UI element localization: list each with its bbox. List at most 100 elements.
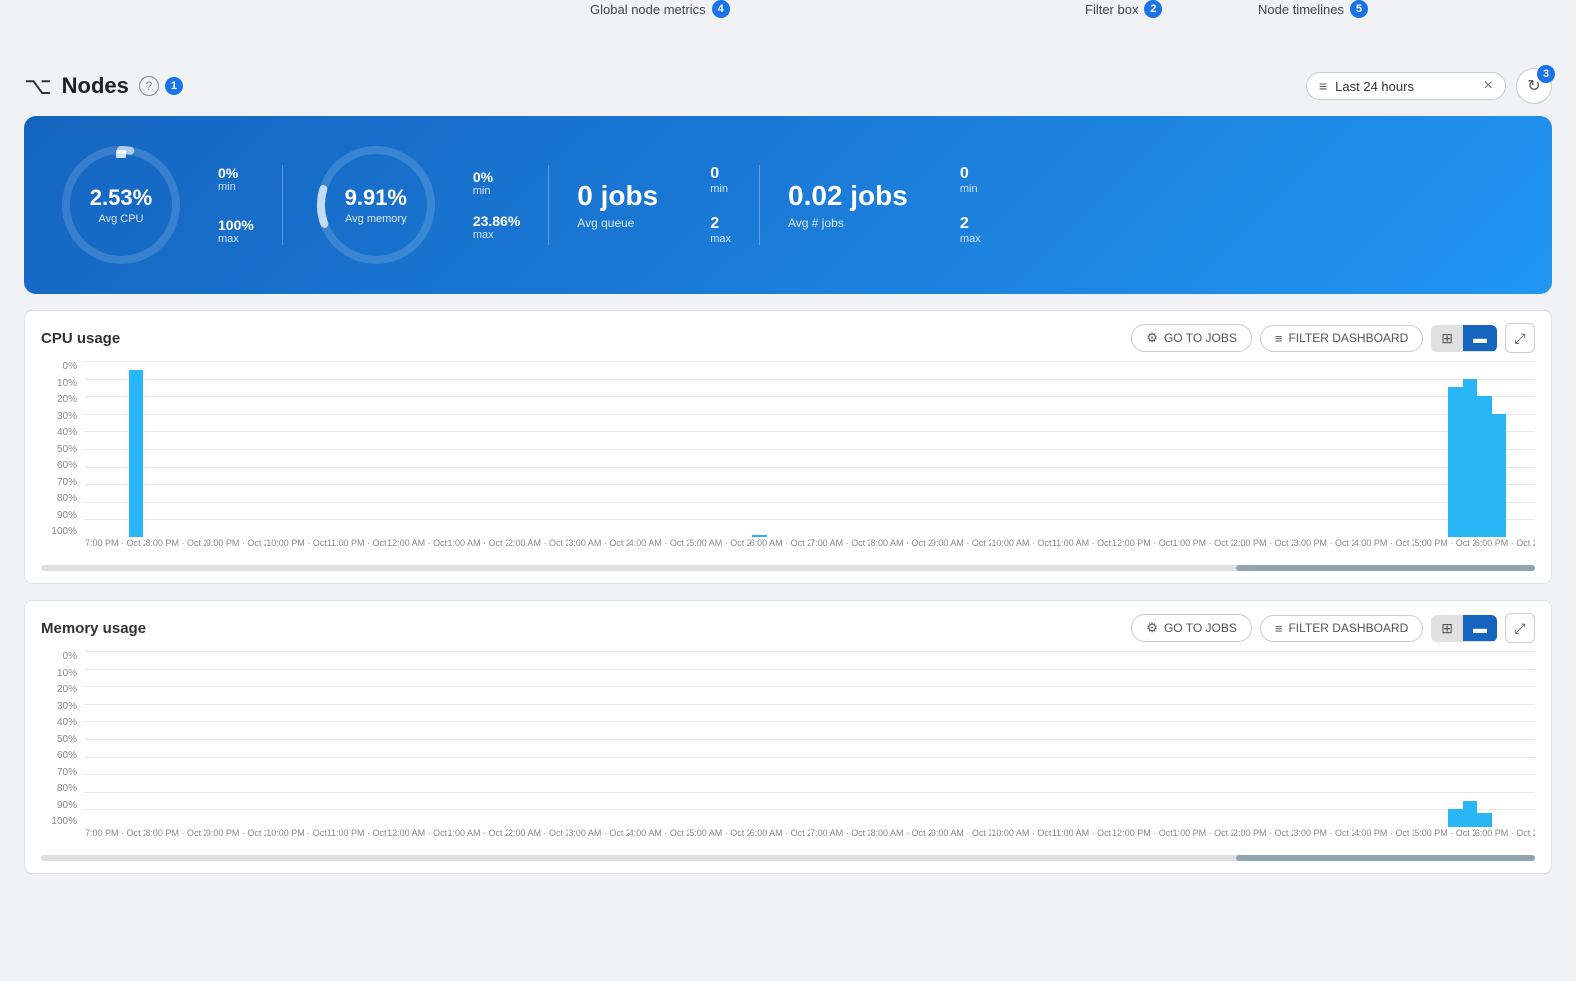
page-header: ⌥ Nodes ? 1 ≡ Last 24 hours × ↻ 3 — [0, 60, 1576, 116]
x-axis-label: 5:00 PM · Oct 24 — [1414, 537, 1474, 561]
memory-chart-title: Memory usage — [41, 620, 146, 637]
memory-x-labels: 7:00 PM · Oct 238:00 PM · Oct 239:00 PM … — [85, 827, 1535, 851]
x-axis-label: 6:00 PM · Oct 24 — [1475, 827, 1535, 851]
filter-icon: ≡ — [1319, 78, 1327, 94]
filter-icon: ≡ — [1275, 331, 1283, 346]
memory-bar-view-button[interactable]: ▬ — [1463, 615, 1497, 641]
global-node-metrics-badge: 4 — [712, 0, 730, 18]
x-axis-label: 10:00 PM · Oct 23 — [266, 537, 326, 561]
x-axis-label: 2:00 PM · Oct 24 — [1233, 537, 1293, 561]
x-axis-label: 10:00 AM · Oct 24 — [991, 537, 1051, 561]
y-axis-label: 70% — [41, 767, 83, 778]
cpu-filter-dashboard-button[interactable]: ≡ FILTER DASHBOARD — [1260, 325, 1423, 352]
x-axis-label: 5:00 AM · Oct 24 — [689, 827, 749, 851]
global-node-metrics-label: Global node metrics — [590, 2, 706, 17]
jobs-min-label: min — [960, 183, 981, 195]
cpu-label: Avg CPU — [90, 213, 152, 225]
cpu-bar-view-button[interactable]: ▬ — [1463, 325, 1497, 351]
jobs-side-stats: 0 min 2 max — [960, 165, 981, 245]
memory-go-to-jobs-button[interactable]: ⚙ GO TO JOBS — [1131, 614, 1252, 642]
divider-1 — [282, 165, 283, 245]
cpu-chart-header: CPU usage ⚙ GO TO JOBS ≡ FILTER DASHBOAR… — [41, 323, 1535, 353]
jobs-label: Avg # jobs — [788, 216, 844, 230]
x-axis-label: 3:00 AM · Oct 24 — [568, 827, 628, 851]
page-title: Nodes — [62, 73, 129, 99]
x-axis-label: 7:00 PM · Oct 23 — [85, 827, 145, 851]
header-right: ≡ Last 24 hours × ↻ 3 — [1306, 68, 1552, 104]
cpu-chart-title: CPU usage — [41, 330, 120, 347]
memory-go-to-jobs-label: GO TO JOBS — [1164, 621, 1237, 635]
cpu-go-to-jobs-label: GO TO JOBS — [1164, 331, 1237, 345]
jobs-max-label: max — [960, 233, 981, 245]
cpu-scrollbar[interactable] — [41, 565, 1535, 571]
queue-value: 0 jobs — [577, 180, 658, 212]
memory-chart-actions: ⚙ GO TO JOBS ≡ FILTER DASHBOARD ⊞ ▬ ⤢ — [1131, 613, 1535, 643]
y-axis-label: 50% — [41, 444, 83, 455]
cpu-go-to-jobs-button[interactable]: ⚙ GO TO JOBS — [1131, 324, 1252, 352]
memory-scrollbar[interactable] — [41, 855, 1535, 861]
node-timelines-annotation: Node timelines 5 — [1258, 0, 1368, 18]
x-axis-label: 1:00 AM · Oct 24 — [448, 827, 508, 851]
memory-label: Avg memory — [345, 213, 407, 225]
memory-chart-section: Memory usage ⚙ GO TO JOBS ≡ FILTER DASHB… — [24, 600, 1552, 874]
memory-scrollbar-thumb — [1236, 855, 1535, 861]
filter-icon-mem: ≡ — [1275, 621, 1283, 636]
cpu-x-labels: 7:00 PM · Oct 238:00 PM · Oct 239:00 PM … — [85, 537, 1535, 561]
divider-2 — [548, 165, 549, 245]
refresh-button[interactable]: ↻ 3 — [1516, 68, 1552, 104]
x-axis-label: 12:00 AM · Oct 24 — [387, 537, 447, 561]
x-axis-label: 6:00 AM · Oct 24 — [750, 827, 810, 851]
memory-expand-button[interactable]: ⤢ — [1505, 613, 1535, 643]
x-axis-label: 7:00 PM · Oct 23 — [85, 537, 145, 561]
y-axis-label: 80% — [41, 783, 83, 794]
page-title-group: ⌥ Nodes ? 1 — [24, 72, 183, 101]
memory-side-stats: 0% min 23.86% max — [473, 169, 520, 241]
x-axis-label: 4:00 PM · Oct 24 — [1354, 537, 1414, 561]
global-node-metrics-annotation: Global node metrics 4 — [590, 0, 730, 18]
queue-side-stats: 0 min 2 max — [710, 165, 731, 245]
memory-grid-view-button[interactable]: ⊞ — [1431, 615, 1463, 642]
gear-icon-mem: ⚙ — [1146, 620, 1158, 636]
memory-x-axis: 7:00 PM · Oct 238:00 PM · Oct 239:00 PM … — [85, 827, 1535, 851]
gear-icon: ⚙ — [1146, 330, 1158, 346]
cpu-value: 2.53% — [90, 185, 152, 211]
x-axis-label: 10:00 PM · Oct 23 — [266, 827, 326, 851]
cpu-max-label: max — [218, 233, 254, 245]
memory-min-value: 0% — [473, 169, 520, 185]
filter-box-annotation: Filter box 2 — [1085, 0, 1162, 18]
x-axis-label: 3:00 PM · Oct 24 — [1293, 827, 1353, 851]
jobs-metric: 0.02 jobs Avg # jobs — [788, 180, 908, 230]
help-badge[interactable]: ? — [139, 76, 159, 96]
x-axis-label: 5:00 PM · Oct 24 — [1414, 827, 1474, 851]
cpu-grid-view-button[interactable]: ⊞ — [1431, 325, 1463, 352]
x-axis-label: 3:00 AM · Oct 24 — [568, 537, 628, 561]
x-axis-label: 7:00 AM · Oct 24 — [810, 537, 870, 561]
y-axis-label: 60% — [41, 750, 83, 761]
filter-bar[interactable]: ≡ Last 24 hours × — [1306, 72, 1506, 100]
x-axis-label: 2:00 PM · Oct 24 — [1233, 827, 1293, 851]
x-axis-label: 8:00 AM · Oct 24 — [870, 827, 930, 851]
y-axis-label: 40% — [41, 717, 83, 728]
cpu-side-stats: 0% min 100% max — [218, 165, 254, 245]
x-axis-label: 11:00 AM · Oct 24 — [1052, 537, 1112, 561]
y-axis-label: 50% — [41, 734, 83, 745]
x-axis-label: 6:00 PM · Oct 24 — [1475, 537, 1535, 561]
y-axis-label: 30% — [41, 411, 83, 422]
y-axis-label: 60% — [41, 460, 83, 471]
memory-filter-dashboard-button[interactable]: ≡ FILTER DASHBOARD — [1260, 615, 1423, 642]
cpu-min-value: 0% — [218, 165, 254, 181]
queue-max-value: 2 — [710, 215, 731, 233]
cpu-expand-button[interactable]: ⤢ — [1505, 323, 1535, 353]
queue-max-label: max — [710, 233, 731, 245]
filter-clear-button[interactable]: × — [1484, 77, 1493, 95]
y-axis-label: 10% — [41, 378, 83, 389]
y-axis-label: 70% — [41, 477, 83, 488]
memory-min-label: min — [473, 185, 520, 197]
filter-box-label: Filter box — [1085, 2, 1138, 17]
x-axis-label: 8:00 AM · Oct 24 — [870, 537, 930, 561]
x-axis-label: 4:00 PM · Oct 24 — [1354, 827, 1414, 851]
x-axis-label: 9:00 AM · Oct 24 — [931, 537, 991, 561]
x-axis-label: 11:00 PM · Oct 23 — [327, 537, 387, 561]
header-notification-badge: 1 — [165, 77, 183, 95]
jobs-max-value: 2 — [960, 215, 981, 233]
